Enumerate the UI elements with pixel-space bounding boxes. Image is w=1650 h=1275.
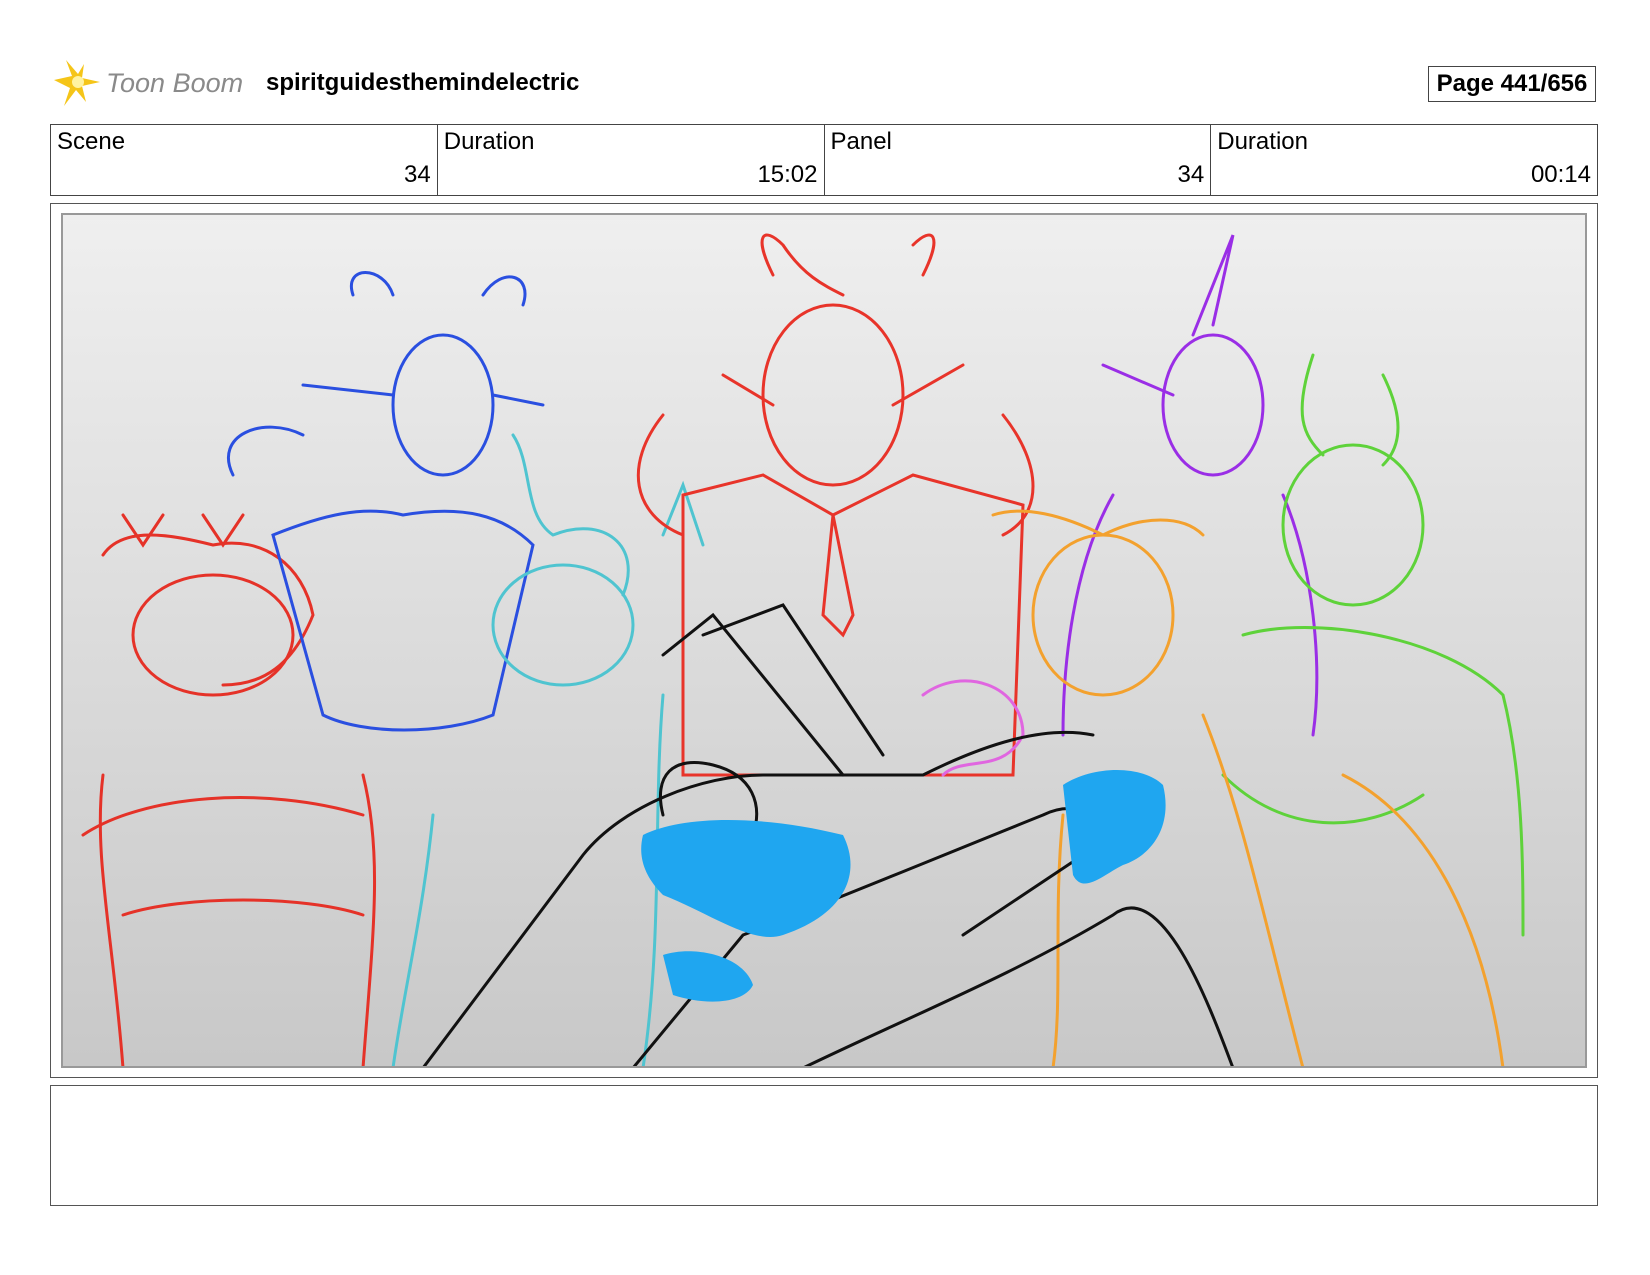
toon-boom-logo: Toon Boom xyxy=(52,58,243,108)
sketch-cyan xyxy=(391,433,705,1066)
scene-duration-cell: Duration 15:02 xyxy=(438,125,825,195)
panel-duration-value: 00:14 xyxy=(1530,161,1591,188)
scene-info-table: Scene 34 Duration 15:02 Panel 34 Duratio… xyxy=(50,124,1598,196)
sketch-red-center xyxy=(636,233,1035,777)
panel-duration-cell: Duration 00:14 xyxy=(1211,125,1597,195)
caption-box xyxy=(50,1085,1598,1206)
storyboard-page: Toon Boom spiritguidesthemindelectric Pa… xyxy=(0,0,1650,1275)
scene-cell: Scene 34 xyxy=(51,125,438,195)
sketch-blue xyxy=(226,271,545,732)
panel-value: 34 xyxy=(1177,161,1205,188)
panel-image xyxy=(61,213,1587,1068)
page-number: Page 441/656 xyxy=(1428,66,1596,102)
scene-duration-value: 15:02 xyxy=(757,161,818,188)
logo-text: Toon Boom xyxy=(106,67,244,98)
sketch-green xyxy=(1221,353,1525,937)
sketch-blue-fills xyxy=(641,770,1166,1002)
panel-box xyxy=(50,203,1598,1078)
starburst-icon xyxy=(54,60,100,106)
scene-duration-label: Duration xyxy=(443,128,535,155)
sketch-pink xyxy=(921,679,1025,777)
panel-label: Panel xyxy=(830,128,892,155)
scene-label: Scene xyxy=(57,128,126,155)
sketch-red-left xyxy=(81,513,377,1066)
project-title: spiritguidesthemindelectric xyxy=(266,69,580,96)
scene-value: 34 xyxy=(404,161,431,188)
panel-duration-label: Duration xyxy=(1217,128,1308,155)
panel-cell: Panel 34 xyxy=(825,125,1212,195)
sketch-purple xyxy=(1061,234,1319,737)
